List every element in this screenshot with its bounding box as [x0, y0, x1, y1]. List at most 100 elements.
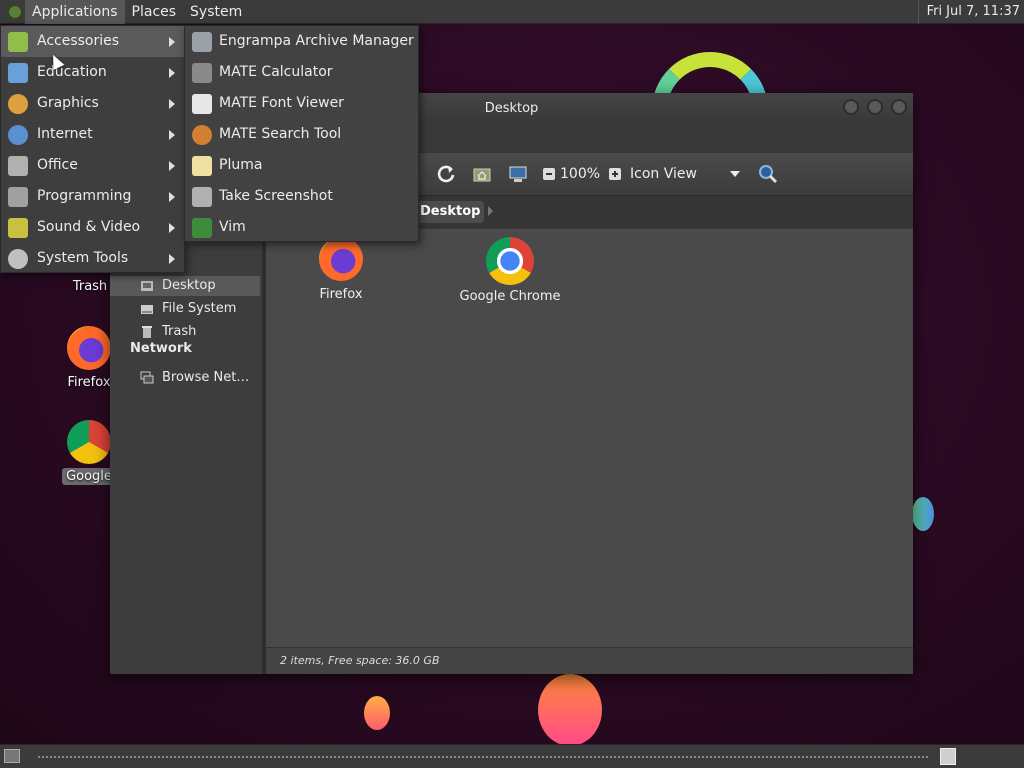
- menu-item-graphics[interactable]: Graphics: [1, 88, 184, 119]
- wallpaper-blob: [538, 674, 602, 744]
- desktop-folder-icon: [141, 281, 153, 291]
- sound-video-icon: [8, 218, 28, 238]
- bottom-panel: [0, 744, 1024, 768]
- menu-item-mate-search-tool[interactable]: MATE Search Tool: [185, 119, 418, 150]
- menu-item-label: Programming: [37, 188, 132, 204]
- archive-icon: [192, 32, 212, 52]
- view-mode-select[interactable]: Icon View: [630, 161, 741, 187]
- menu-item-label: Engrampa Archive Manager: [219, 33, 414, 49]
- chevron-right-icon: [169, 223, 175, 233]
- sidebar-item-file-system[interactable]: File System: [110, 299, 260, 319]
- mate-logo-icon: [7, 3, 23, 20]
- menu-item-accessories[interactable]: Accessories: [1, 26, 184, 57]
- computer-button[interactable]: [500, 161, 536, 187]
- firefox-icon: [319, 237, 363, 281]
- menu-item-label: Office: [37, 157, 78, 173]
- chevron-right-icon: [169, 37, 175, 47]
- calculator-icon: [192, 63, 212, 83]
- file-item-label: Google Chrome: [459, 289, 561, 304]
- font-viewer-icon: [192, 94, 212, 114]
- minimize-button[interactable]: [843, 99, 859, 115]
- menu-item-label: Vim: [219, 219, 246, 235]
- file-item-label: Firefox: [319, 287, 363, 302]
- zoom-level: 100%: [560, 166, 601, 182]
- breadcrumb-desktop[interactable]: Desktop: [416, 201, 485, 223]
- menu-item-label: Pluma: [219, 157, 263, 173]
- sidebar-section-network: Network: [130, 341, 192, 356]
- menu-item-label: Accessories: [37, 33, 120, 49]
- office-icon: [8, 156, 28, 176]
- chevron-right-icon: [169, 192, 175, 202]
- wallpaper-blob: [912, 497, 934, 531]
- breadcrumb-arrow-icon[interactable]: [488, 206, 493, 216]
- menu-item-take-screenshot[interactable]: Take Screenshot: [185, 181, 418, 212]
- applications-menu: Accessories Education Graphics Internet …: [0, 25, 185, 273]
- clock[interactable]: Fri Jul 7, 11:37: [917, 0, 1020, 24]
- chrome-icon: [67, 420, 111, 464]
- menu-item-label: Graphics: [37, 95, 99, 111]
- system-tools-icon: [8, 249, 28, 269]
- search-button[interactable]: [758, 161, 778, 187]
- menu-item-label: MATE Calculator: [219, 64, 333, 80]
- close-button[interactable]: [891, 99, 907, 115]
- menu-item-programming[interactable]: Programming: [1, 181, 184, 212]
- sidebar-item-browse-network[interactable]: Browse Net…: [110, 368, 260, 388]
- zoom-in-button[interactable]: [600, 161, 630, 187]
- search-tool-icon: [192, 125, 212, 145]
- network-icon: [140, 371, 154, 384]
- home-folder-icon: [473, 168, 491, 182]
- applications-menu-button[interactable]: Applications: [25, 0, 125, 24]
- zoom-out-button[interactable]: [536, 161, 560, 187]
- menu-item-label: System Tools: [37, 250, 129, 266]
- menu-item-office[interactable]: Office: [1, 150, 184, 181]
- menu-item-engrampa[interactable]: Engrampa Archive Manager: [185, 26, 418, 57]
- computer-icon: [509, 166, 527, 182]
- file-item-google-chrome[interactable]: Google Chrome: [450, 237, 570, 304]
- status-text: 2 items, Free space: 36.0 GB: [280, 654, 440, 667]
- education-icon: [8, 63, 28, 83]
- menu-item-label: Internet: [37, 126, 93, 142]
- chevron-right-icon: [169, 68, 175, 78]
- chevron-down-icon: [730, 171, 741, 177]
- zoom-in-icon: [609, 168, 622, 180]
- chevron-right-icon: [169, 99, 175, 109]
- menu-item-system-tools[interactable]: System Tools: [1, 243, 184, 274]
- system-menu-button[interactable]: System: [183, 0, 249, 24]
- top-panel: Applications Places System Fri Jul 7, 11…: [0, 0, 1024, 24]
- menu-item-label: MATE Search Tool: [219, 126, 342, 142]
- zoom-out-icon: [543, 168, 555, 180]
- status-bar: 2 items, Free space: 36.0 GB: [266, 647, 913, 674]
- maximize-button[interactable]: [867, 99, 883, 115]
- menu-item-pluma[interactable]: Pluma: [185, 150, 418, 181]
- internet-icon: [8, 125, 28, 145]
- vim-icon: [192, 218, 212, 238]
- file-item-firefox[interactable]: Firefox: [281, 237, 401, 302]
- firefox-icon: [67, 326, 111, 370]
- home-button[interactable]: [464, 161, 500, 187]
- menu-item-sound-video[interactable]: Sound & Video: [1, 212, 184, 243]
- show-desktop-button[interactable]: [4, 749, 20, 763]
- places-menu-button[interactable]: Places: [125, 0, 184, 24]
- menu-item-mate-font-viewer[interactable]: MATE Font Viewer: [185, 88, 418, 119]
- menu-item-label: MATE Font Viewer: [219, 95, 344, 111]
- text-editor-icon: [192, 156, 212, 176]
- menu-item-mate-calculator[interactable]: MATE Calculator: [185, 57, 418, 88]
- sidebar-item-label: File System: [162, 301, 237, 316]
- wallpaper-blob: [364, 696, 390, 730]
- icon-view[interactable]: Firefox Google Chrome: [266, 229, 913, 647]
- accessories-submenu: Engrampa Archive Manager MATE Calculator…: [184, 25, 419, 242]
- chrome-icon: [486, 237, 534, 285]
- sidebar-item-trash[interactable]: Trash: [110, 322, 260, 342]
- menu-item-vim[interactable]: Vim: [185, 212, 418, 243]
- menu-item-internet[interactable]: Internet: [1, 119, 184, 150]
- reload-icon: [437, 165, 455, 183]
- workspace-switcher[interactable]: [940, 748, 956, 765]
- trash-icon: [142, 326, 152, 338]
- menu-item-education[interactable]: Education: [1, 57, 184, 88]
- sidebar-item-desktop[interactable]: Desktop: [110, 276, 260, 296]
- reload-button[interactable]: [428, 161, 464, 187]
- window-list[interactable]: [38, 756, 928, 760]
- sidebar-item-label: Desktop: [162, 278, 216, 293]
- graphics-icon: [8, 94, 28, 114]
- desktop-icon-label: Trash: [72, 279, 108, 294]
